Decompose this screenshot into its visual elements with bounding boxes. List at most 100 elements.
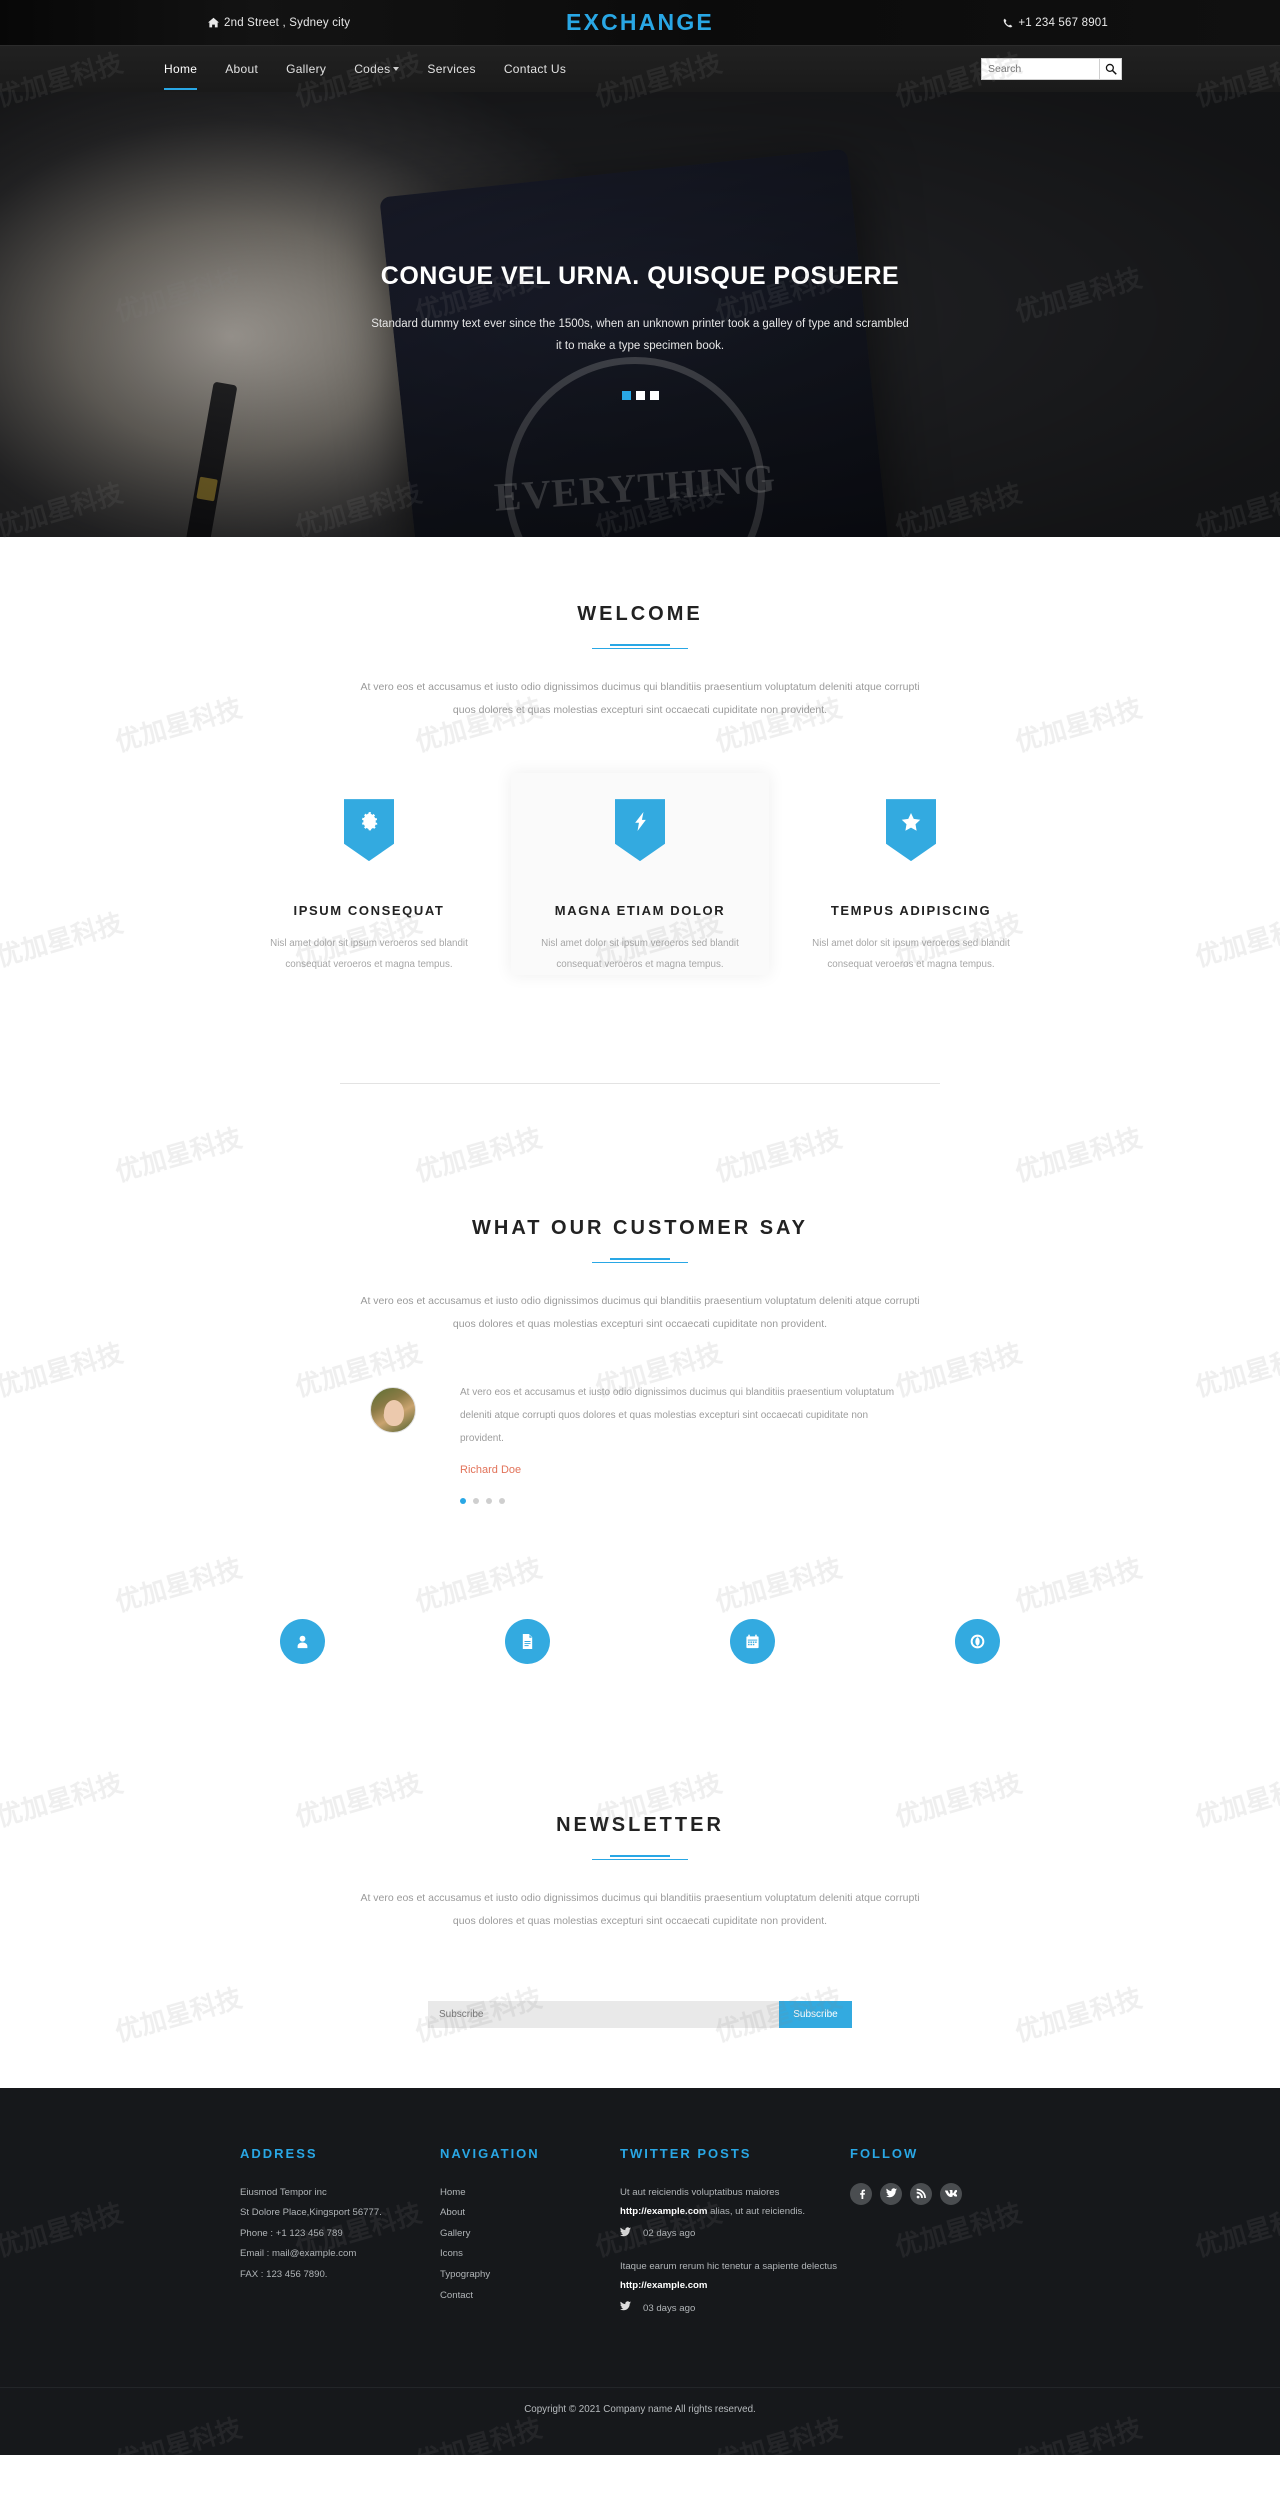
testimonials-title-rule <box>592 1256 688 1266</box>
testimonial-dot-1[interactable] <box>460 1498 466 1505</box>
phone-block: +1 234 567 8901 <box>1003 17 1108 29</box>
document-icon[interactable] <box>505 1619 550 1665</box>
testimonial-dot-2[interactable] <box>473 1498 479 1505</box>
footer-twitter-column: TWITTER POSTS Ut aut reiciendis voluptat… <box>620 2146 850 2332</box>
search-icon <box>1105 63 1117 75</box>
welcome-title-rule <box>592 642 688 652</box>
nav-item-about[interactable]: About <box>211 46 272 93</box>
testimonial-item: At vero eos et accusamus et iusto odio d… <box>370 1381 910 1505</box>
search-box <box>981 58 1122 80</box>
testimonial-dot-4[interactable] <box>499 1498 505 1505</box>
testimonials-description: At vero eos et accusamus et iusto odio d… <box>360 1295 920 1330</box>
footer-address-line: FAX : 123 456 7890. <box>240 2269 328 2280</box>
facebook-icon[interactable] <box>850 2182 872 2205</box>
newsletter-title-rule <box>592 1853 688 1863</box>
phone-text: +1 234 567 8901 <box>1018 16 1108 29</box>
twitter-icon <box>620 2227 631 2241</box>
feature-card-text: Nisl amet dolor sit ipsum veroeros sed b… <box>541 938 739 970</box>
footer-nav-link-icons[interactable]: Icons <box>440 2244 620 2265</box>
hero-slider-dots <box>0 390 1280 400</box>
feature-card[interactable]: MAGNA ETIAM DOLOR Nisl amet dolor sit ip… <box>511 773 769 976</box>
footer-follow-column: FOLLOW <box>850 2146 1040 2332</box>
twitter-icon <box>620 2301 631 2315</box>
footer-nav-link-typography[interactable]: Typography <box>440 2265 620 2286</box>
top-bar: 2nd Street , Sydney city EXCHANGE +1 234… <box>0 0 1280 45</box>
footer-nav-link-gallery[interactable]: Gallery <box>440 2224 620 2245</box>
nav-item-services[interactable]: Services <box>413 46 489 93</box>
feature-card-title: IPSUM CONSEQUAT <box>293 903 445 919</box>
subscribe-button[interactable]: Subscribe <box>779 2000 852 2028</box>
subscribe-form: Subscribe <box>428 2000 852 2028</box>
testimonial-quote: At vero eos et accusamus et iusto odio d… <box>460 1387 895 1445</box>
newsletter-description: At vero eos et accusamus et iusto odio d… <box>360 1892 920 1927</box>
address-text: 2nd Street , Sydney city <box>224 16 351 29</box>
gear-icon <box>344 799 394 862</box>
testimonial-dot-3[interactable] <box>486 1498 492 1505</box>
newsletter-section: NEWSLETTER At vero eos et accusamus et i… <box>0 1664 1280 2087</box>
testimonial-dots <box>460 1498 910 1505</box>
testimonials-section: WHAT OUR CUSTOMER SAY At vero eos et acc… <box>0 1084 1280 1505</box>
hero-title: CONGUE VEL URNA. QUISQUE POSUERE <box>380 262 900 290</box>
feature-card-text: Nisl amet dolor sit ipsum veroeros sed b… <box>270 938 468 970</box>
newsletter-title: NEWSLETTER <box>556 1814 724 1837</box>
search-input[interactable] <box>981 58 1099 80</box>
twitter-post: Ut aut reiciendis voluptatibus maiores h… <box>620 2183 850 2221</box>
bolt-icon <box>615 799 665 862</box>
twitter-post-meta: 03 days ago <box>620 2301 850 2315</box>
nav-item-codes-label: Codes <box>354 61 391 76</box>
twitter-post-link[interactable]: http://example.com <box>620 2280 707 2291</box>
welcome-title: WELCOME <box>577 603 703 625</box>
feature-card-text: Nisl amet dolor sit ipsum veroeros sed b… <box>812 938 1010 970</box>
feature-cards: IPSUM CONSEQUAT Nisl amet dolor sit ipsu… <box>240 773 1040 976</box>
footer-nav-link-about[interactable]: About <box>440 2203 620 2224</box>
twitter-post-link[interactable]: http://example.com <box>620 2206 707 2217</box>
vk-icon[interactable] <box>940 2182 962 2205</box>
calendar-icon[interactable] <box>730 1619 775 1665</box>
home-icon <box>208 17 219 28</box>
address-block: 2nd Street , Sydney city <box>208 17 350 29</box>
hero-banner: EVERYTHING CONGUE VEL URNA. QUISQUE POSU… <box>0 92 1280 537</box>
testimonial-author: Richard Doe <box>460 1464 522 1477</box>
footer-nav-link-contact[interactable]: Contact <box>440 2286 620 2307</box>
twitter-post-time: 02 days ago <box>643 2228 696 2240</box>
hero-slide-dot-2[interactable] <box>635 390 645 400</box>
main-navbar: Home About Gallery Codes Services Contac… <box>0 45 1280 92</box>
welcome-section: WELCOME At vero eos et accusamus et iust… <box>0 537 1280 1085</box>
feature-card-title: MAGNA ETIAM DOLOR <box>554 903 726 919</box>
hero-slide-dot-1[interactable] <box>621 390 631 400</box>
footer-address-line: Eiusmod Tempor inc <box>240 2186 327 2198</box>
twitter-icon[interactable] <box>880 2182 902 2205</box>
nav-item-home[interactable]: Home <box>150 46 211 93</box>
twitter-post-time: 03 days ago <box>643 2302 696 2314</box>
footer-address-line: Phone : +1 123 456 789 <box>240 2227 343 2239</box>
social-links <box>850 2182 1040 2205</box>
nav-links: Home About Gallery Codes Services Contac… <box>150 46 580 93</box>
site-footer: ADDRESS Eiusmod Tempor inc St Dolore Pla… <box>0 2087 1280 2456</box>
feature-card[interactable]: IPSUM CONSEQUAT Nisl amet dolor sit ipsu… <box>240 773 498 975</box>
footer-address-line: St Dolore Place,Kingsport 56777. <box>240 2207 382 2219</box>
footer-follow-title: FOLLOW <box>850 2145 919 2161</box>
footer-address-title: ADDRESS <box>240 2145 318 2161</box>
lifebuoy-icon[interactable] <box>955 1619 1000 1665</box>
footer-address-line: Email : mail@example.com <box>240 2248 357 2260</box>
footer-nav-link-home[interactable]: Home <box>440 2183 620 2204</box>
nav-item-codes[interactable]: Codes <box>340 46 413 93</box>
twitter-post-meta: 02 days ago <box>620 2227 850 2241</box>
hero-slide-dot-3[interactable] <box>649 390 659 400</box>
subscribe-input[interactable] <box>428 2000 779 2028</box>
twitter-post: Itaque earum rerum hic tenetur a sapient… <box>620 2257 850 2295</box>
twitter-post-pre: Itaque earum rerum hic tenetur a sapient… <box>620 2260 838 2272</box>
site-brand[interactable]: EXCHANGE <box>566 9 714 36</box>
circle-icon-row <box>280 1619 1000 1665</box>
footer-address-column: ADDRESS Eiusmod Tempor inc St Dolore Pla… <box>240 2146 440 2332</box>
copyright-text: Copyright © 2021 Company name All rights… <box>0 2387 1280 2455</box>
page-root: 2nd Street , Sydney city EXCHANGE +1 234… <box>0 0 1280 2456</box>
user-icon[interactable] <box>280 1619 325 1665</box>
rss-icon[interactable] <box>910 2182 932 2205</box>
twitter-post-post: alias, ut aut reiciendis. <box>707 2205 806 2217</box>
search-button[interactable] <box>1099 58 1122 80</box>
twitter-post-pre: Ut aut reiciendis voluptatibus maiores <box>620 2186 780 2198</box>
nav-item-gallery[interactable]: Gallery <box>272 46 340 93</box>
nav-item-contact-us[interactable]: Contact Us <box>490 46 580 93</box>
feature-card[interactable]: TEMPUS ADIPISCING Nisl amet dolor sit ip… <box>782 773 1040 975</box>
